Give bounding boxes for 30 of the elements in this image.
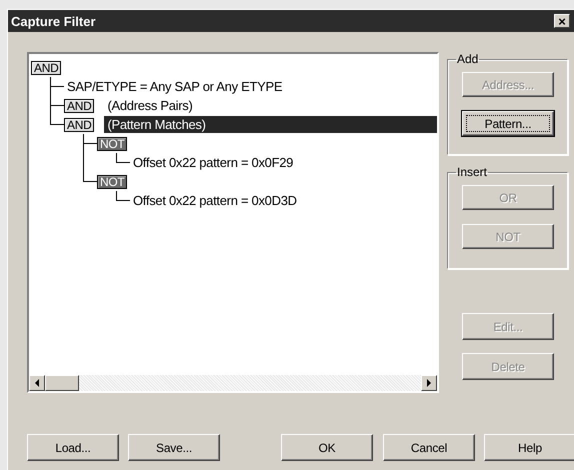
scroll-right-icon[interactable] <box>421 375 437 391</box>
scroll-left-icon[interactable] <box>29 375 45 391</box>
group-title: Insert <box>456 165 488 179</box>
operator-badge[interactable]: AND <box>64 98 94 112</box>
dialog-button[interactable]: Pattern... <box>462 111 554 136</box>
dialog-button[interactable]: Save... <box>128 434 220 461</box>
tree-line <box>83 153 84 172</box>
window-title: Capture Filter <box>11 14 96 28</box>
tree-connector <box>83 172 97 182</box>
dialog-button[interactable]: OK <box>281 434 373 461</box>
tree-connector <box>116 153 130 163</box>
group-title: Add <box>456 52 480 66</box>
horizontal-scrollbar[interactable] <box>29 375 437 391</box>
scroll-thumb[interactable] <box>45 375 79 391</box>
dialog-button[interactable]: Help <box>484 434 574 461</box>
tree-item[interactable]: (Address Pairs) <box>104 97 196 114</box>
operator-badge[interactable]: NOT <box>97 136 128 150</box>
operator-badge[interactable]: NOT <box>97 174 128 188</box>
dialog-button[interactable]: Cancel <box>383 434 475 461</box>
tree-connector <box>116 191 130 201</box>
tree-item[interactable]: Offset 0x22 pattern = 0x0F29 <box>130 154 296 171</box>
close-button[interactable]: × <box>554 14 570 28</box>
tree-connector <box>83 134 97 153</box>
dialog-button[interactable]: Load... <box>27 434 119 461</box>
tree-item[interactable]: (Pattern Matches) <box>104 116 437 133</box>
tree-item[interactable]: Offset 0x22 pattern = 0x0D3D <box>130 192 300 209</box>
tree-item[interactable]: SAP/ETYPE = Any SAP or Any ETYPE <box>64 78 286 95</box>
operator-badge[interactable]: AND <box>64 118 94 132</box>
tree-connector <box>50 77 64 96</box>
operator-badge[interactable]: AND <box>31 60 62 74</box>
